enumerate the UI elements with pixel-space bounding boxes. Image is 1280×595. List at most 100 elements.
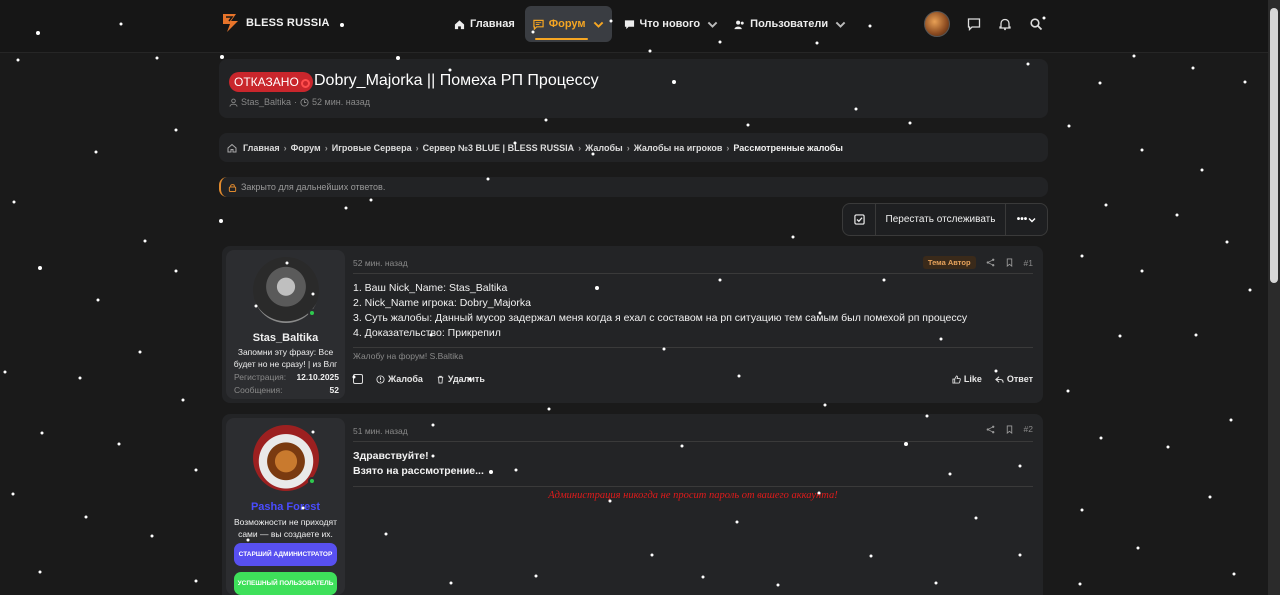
user-stat-messages: Сообщения: 52 xyxy=(234,385,339,395)
user-toolbar xyxy=(924,11,1043,37)
post-line: 4. Доказательство: Прикрепил xyxy=(353,327,501,339)
delete-label: Удалить xyxy=(447,374,485,384)
stat-value: 12.10.2025 xyxy=(296,372,339,382)
post-line: 1. Ваш Nick_Name: Stas_Baltika xyxy=(353,282,508,294)
trash-icon xyxy=(437,375,444,384)
breadcrumb-separator: › xyxy=(578,142,582,153)
post-author-panel: Pasha Forest Возможности не приходят сам… xyxy=(226,418,345,595)
status-badge-label: ОТКАЗАНО xyxy=(234,75,299,89)
post: Pasha Forest Возможности не приходят сам… xyxy=(222,414,1043,595)
breadcrumb-item[interactable]: Жалобы на игроков xyxy=(634,143,723,153)
stat-label: Регистрация: xyxy=(234,372,287,382)
nav-home-label: Главная xyxy=(470,18,515,30)
breadcrumb-separator: › xyxy=(415,142,419,153)
lock-icon xyxy=(228,183,237,192)
breadcrumb-item[interactable]: Жалобы xyxy=(585,143,623,153)
thread-meta: Stas_Baltika · 52 мин. назад xyxy=(229,97,370,107)
thread-author-tag: Тема Автор xyxy=(922,256,976,269)
post-line: Здравствуйте! xyxy=(353,450,429,462)
report-button[interactable]: Жалоба xyxy=(376,374,423,384)
breadcrumb-separator: › xyxy=(324,142,328,153)
page-scrollbar[interactable] xyxy=(1268,0,1280,595)
user-banner-senior-admin: СТАРШИЙ АДМИНИСТРАТОР xyxy=(234,543,337,566)
badge-dot-icon xyxy=(300,79,310,88)
admin-warning-note: Администрация никогда не просит пароль о… xyxy=(548,490,838,501)
nav-forum[interactable]: Форум xyxy=(524,6,612,42)
logo-text: BLESS RUSSIA xyxy=(246,17,330,29)
search-icon[interactable] xyxy=(1029,17,1043,31)
bookmark-icon[interactable] xyxy=(1005,258,1014,267)
breadcrumb-item[interactable]: Форум xyxy=(291,143,321,153)
chevron-down-icon xyxy=(593,21,603,28)
checkbox-checked-icon xyxy=(853,214,865,225)
like-button[interactable]: Like xyxy=(952,374,982,384)
home-outline-icon[interactable] xyxy=(227,143,237,153)
user-icon xyxy=(229,98,238,107)
status-badge: ОТКАЗАНО xyxy=(229,72,313,92)
breadcrumb-item[interactable]: Главная xyxy=(243,143,280,153)
select-thread-button[interactable] xyxy=(843,204,876,235)
thread-author[interactable]: Stas_Baltika xyxy=(241,97,291,107)
nav-users-label: Пользователи xyxy=(750,18,829,30)
post-actions-left: Жалоба Удалить xyxy=(353,374,485,384)
more-options-button[interactable]: ••• xyxy=(1006,214,1047,225)
more-options-label: ••• xyxy=(1016,214,1028,225)
post-number[interactable]: #1 xyxy=(1024,258,1033,268)
messages-icon[interactable] xyxy=(967,17,981,31)
post-author-name[interactable]: Pasha Forest xyxy=(226,501,345,513)
thumbs-up-icon xyxy=(952,374,961,384)
select-post-checkbox[interactable] xyxy=(353,374,363,384)
nav-home[interactable]: Главная xyxy=(446,6,523,42)
locked-notice-text: Закрыто для дальнейших ответов. xyxy=(241,182,386,192)
unwatch-button[interactable]: Перестать отслеживать xyxy=(876,204,1006,235)
user-stat-registration: Регистрация: 12.10.2025 xyxy=(234,372,339,382)
clock-icon xyxy=(300,97,309,107)
post-header: 51 мин. назад #2 xyxy=(353,422,1033,442)
meta-separator: · xyxy=(294,97,298,107)
reply-label: Ответ xyxy=(1006,374,1033,384)
post-author-name[interactable]: Stas_Baltika xyxy=(226,332,345,344)
breadcrumb-separator: › xyxy=(726,142,730,153)
like-label: Like xyxy=(963,374,982,384)
locked-notice: Закрыто для дальнейших ответов. xyxy=(219,177,1048,197)
reply-button[interactable]: Ответ xyxy=(994,374,1033,384)
bookmark-icon[interactable] xyxy=(1005,424,1014,434)
nav-forum-label: Форум xyxy=(548,18,586,30)
post-tools: Тема Автор #1 xyxy=(922,256,1033,269)
share-icon[interactable] xyxy=(986,258,995,267)
post-date[interactable]: 52 мин. назад xyxy=(353,258,408,268)
site-logo[interactable]: BLESS RUSSIA xyxy=(222,13,330,33)
main-nav: Главная Форум Что нового Пользователи xyxy=(446,6,854,42)
post-actions: Жалоба Удалить Like Ответ xyxy=(353,374,1033,388)
reply-icon xyxy=(994,375,1004,383)
breadcrumb-item[interactable]: Игровые Сервера xyxy=(332,143,412,153)
post-date[interactable]: 51 мин. назад xyxy=(353,426,408,436)
nav-whats-new[interactable]: Что нового xyxy=(616,6,727,42)
post-actions-right: Like Ответ xyxy=(952,374,1033,384)
stat-label: Сообщения: xyxy=(234,385,283,395)
post-tools: #2 xyxy=(986,424,1033,434)
share-icon[interactable] xyxy=(986,425,995,434)
account-avatar[interactable] xyxy=(924,11,950,37)
breadcrumb-item[interactable]: Сервер №3 BLUE | BLESS RUSSIA xyxy=(423,143,575,153)
alert-icon xyxy=(376,374,385,384)
report-label: Жалоба xyxy=(388,374,423,384)
post-line: 2. Nick_Name игрока: Dobry_Majorka xyxy=(353,297,531,309)
thread-time[interactable]: 52 мин. назад xyxy=(312,97,370,107)
post-line: 3. Суть жалобы: Данный мусор задержал ме… xyxy=(353,312,968,324)
breadcrumb-item-current[interactable]: Рассмотренные жалобы xyxy=(733,143,843,153)
thread-header: ОТКАЗАНО Dobry_Majorka || Помеха РП Проц… xyxy=(219,59,1048,118)
nav-users[interactable]: Пользователи xyxy=(726,6,854,42)
user-title: Запомни эту фразу: Все будет но не сразу… xyxy=(233,347,338,369)
online-status-icon xyxy=(308,477,316,485)
delete-button[interactable]: Удалить xyxy=(436,374,485,384)
scrollbar-thumb[interactable] xyxy=(1270,8,1278,283)
user-banner-successful-user: УСПЕШНЫЙ ПОЛЬЗОВАТЕЛЬ xyxy=(234,572,337,595)
post-header: 52 мин. назад Тема Автор #1 xyxy=(353,254,1033,274)
page-title: Dobry_Majorka || Помеха РП Процессу xyxy=(314,72,599,89)
online-status-icon xyxy=(308,309,316,317)
bell-icon[interactable] xyxy=(998,17,1012,31)
thread-actions: Перестать отслеживать ••• xyxy=(842,203,1048,236)
breadcrumb-separator: › xyxy=(283,142,287,153)
post-number[interactable]: #2 xyxy=(1024,424,1033,434)
